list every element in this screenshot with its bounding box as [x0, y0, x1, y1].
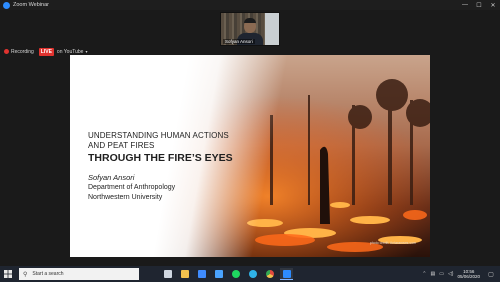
taskbar-app-zoom[interactable] [280, 268, 293, 280]
slide-text-block: UNDERSTANDING HUMAN ACTIONS AND PEAT FIR… [88, 131, 278, 203]
speaker-hair [244, 18, 256, 23]
taskbar-app-chrome[interactable] [263, 268, 276, 280]
mail-icon [214, 270, 223, 278]
live-badge[interactable]: LIVE [38, 47, 54, 56]
chevron-up-icon[interactable]: ⌃ [422, 271, 426, 277]
task-view-icon [163, 270, 172, 278]
slide-author: Sofyan Ansori [88, 173, 135, 182]
shared-screen-slide: UNDERSTANDING HUMAN ACTIONS AND PEAT FIR… [70, 55, 430, 257]
recording-dot-icon [4, 49, 9, 54]
search-icon: ⚲ [23, 271, 28, 278]
search-placeholder: Start a search [32, 271, 64, 277]
minimize-button[interactable]: — [458, 0, 472, 10]
taskbar-app-edge[interactable] [246, 268, 259, 280]
livestream-platform[interactable]: on YouTube [57, 49, 84, 55]
zoom-icon [282, 269, 291, 278]
title-bar: Zoom Webinar — ☐ ✕ [0, 0, 500, 10]
taskbar-app-store[interactable] [195, 268, 208, 280]
zoom-logo-icon [3, 1, 10, 9]
slide-university: Northwestern University [88, 194, 163, 201]
slide-department: Department of Anthropology [88, 184, 176, 191]
edge-icon [248, 270, 257, 278]
slide-title-line-2: AND PEAT FIRES [88, 141, 155, 150]
taskbar-app-file-explorer[interactable] [178, 268, 191, 280]
system-tray: ⌃ ▤ ▭ ◁) 10:56 05/06/2020 ▢ [422, 266, 500, 282]
slide-title-emphasis: THROUGH THE FIRE’S EYES [88, 152, 233, 164]
background-window [265, 13, 279, 45]
chevron-down-icon[interactable]: ▾ [85, 49, 87, 54]
battery-icon[interactable]: ▭ [439, 271, 444, 277]
speaker-name: Sofyan Ansori [223, 39, 255, 44]
volume-icon[interactable]: ◁) [448, 271, 454, 277]
spotify-icon [231, 270, 240, 278]
notification-center-icon[interactable]: ▢ [486, 266, 496, 282]
window-title: Zoom Webinar [13, 2, 49, 8]
taskbar-app-spotify[interactable] [229, 268, 242, 280]
windows-taskbar: ⚲ Start a search ⌃ ▤ ▭ ◁) 10:56 05/06/20… [0, 266, 500, 282]
photo-credit: photo credit: Antaranews.com [369, 241, 416, 245]
maximize-button[interactable]: ☐ [472, 0, 486, 10]
taskbar-app-mail[interactable] [212, 268, 225, 280]
close-button[interactable]: ✕ [486, 0, 500, 10]
start-button[interactable] [0, 266, 16, 282]
taskbar-clock[interactable]: 10:56 05/06/2020 [457, 269, 480, 279]
zoom-webinar-window: Zoom Webinar — ☐ ✕ Sofyan Ansori Recordi… [0, 0, 500, 282]
clock-date: 05/06/2020 [457, 274, 480, 279]
slide-title-line-1: UNDERSTANDING HUMAN ACTIONS [88, 131, 229, 140]
network-icon[interactable]: ▤ [430, 271, 435, 277]
speaker-video-thumbnail[interactable]: Sofyan Ansori [220, 12, 280, 46]
window-controls: — ☐ ✕ [458, 0, 500, 10]
pinned-apps [161, 268, 297, 280]
taskbar-search-box[interactable]: ⚲ Start a search [19, 268, 139, 280]
chrome-icon [265, 270, 274, 278]
file-explorer-icon [180, 270, 189, 278]
windows-logo-icon [4, 270, 12, 278]
recording-label: Recording [11, 48, 34, 55]
store-icon [197, 270, 206, 278]
taskbar-app-task-view[interactable] [161, 268, 174, 280]
